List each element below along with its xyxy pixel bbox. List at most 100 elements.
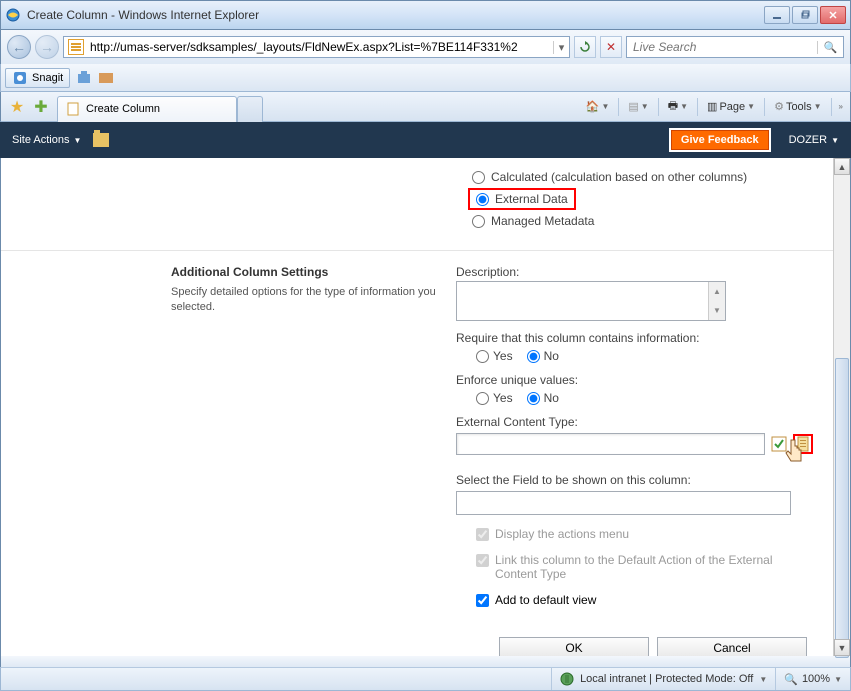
- no-label: No: [544, 391, 559, 405]
- type-calculated-option[interactable]: Calculated (calculation based on other c…: [472, 170, 813, 184]
- scroll-thumb[interactable]: [835, 358, 849, 658]
- user-menu[interactable]: DOZER ▼: [789, 134, 839, 146]
- nav-toolbar: ← → ▾ ✕ 🔍: [0, 30, 851, 64]
- page-content: Calculated (calculation based on other c…: [1, 158, 833, 656]
- home-icon: 🏠: [586, 100, 600, 113]
- type-calculated-radio[interactable]: [472, 171, 485, 184]
- snagit-label: Snagit: [32, 72, 63, 84]
- address-bar[interactable]: ▾: [63, 36, 570, 58]
- type-managed-radio[interactable]: [472, 215, 485, 228]
- search-box[interactable]: 🔍: [626, 36, 844, 58]
- page-label: Page: [719, 101, 745, 113]
- vertical-scrollbar[interactable]: ▲ ▼: [833, 158, 850, 656]
- require-label: Require that this column contains inform…: [456, 331, 813, 345]
- ect-label: External Content Type:: [456, 415, 813, 429]
- minimize-button[interactable]: [764, 6, 790, 24]
- require-yes-option[interactable]: Yes: [476, 349, 513, 363]
- browse-icon[interactable]: [93, 133, 109, 147]
- type-external-option[interactable]: External Data: [468, 188, 576, 210]
- security-zone-label: Local intranet | Protected Mode: Off: [580, 673, 753, 685]
- require-yes-radio[interactable]: [476, 350, 489, 363]
- enforce-yes-option[interactable]: Yes: [476, 391, 513, 405]
- enforce-no-radio[interactable]: [527, 392, 540, 405]
- tab-create-column[interactable]: Create Column: [57, 96, 237, 122]
- enforce-no-option[interactable]: No: [527, 391, 559, 405]
- window-titlebar: Create Column - Windows Internet Explore…: [0, 0, 851, 30]
- display-actions-label: Display the actions menu: [495, 527, 629, 541]
- chevron-button[interactable]: »: [836, 96, 846, 118]
- home-button[interactable]: 🏠▼: [581, 96, 615, 118]
- add-favorite-icon[interactable]: ✚: [29, 96, 53, 118]
- stop-button[interactable]: ✕: [600, 36, 622, 58]
- restore-button[interactable]: [792, 6, 818, 24]
- url-dropdown[interactable]: ▾: [553, 41, 569, 54]
- type-calculated-label: Calculated (calculation based on other c…: [491, 170, 747, 184]
- chevron-down-icon: ▼: [831, 136, 839, 145]
- snagit-tool-1-icon[interactable]: [76, 70, 92, 86]
- enforce-yes-radio[interactable]: [476, 392, 489, 405]
- page-icon: [66, 102, 80, 116]
- description-textarea[interactable]: ▲▼: [456, 281, 726, 321]
- select-field-dropdown[interactable]: [456, 491, 791, 515]
- close-button[interactable]: [820, 6, 846, 24]
- tabs-toolbar: ★ ✚ Create Column 🏠▼ ▤▼ 🖶▼ ▥Page▼ ⚙Tools…: [0, 92, 851, 122]
- snagit-button[interactable]: Snagit: [5, 68, 70, 88]
- browse-entity-button[interactable]: [793, 434, 813, 454]
- cancel-button[interactable]: Cancel: [657, 637, 807, 656]
- search-input[interactable]: [627, 40, 817, 54]
- user-label: DOZER: [789, 134, 828, 146]
- no-label: No: [544, 349, 559, 363]
- snagit-tool-2-icon[interactable]: [98, 70, 114, 86]
- zone-icon: [560, 672, 574, 686]
- refresh-button[interactable]: [574, 36, 596, 58]
- add-default-view-label: Add to default view: [495, 593, 596, 607]
- page-menu[interactable]: ▥Page▼: [702, 96, 760, 118]
- scroll-down-icon[interactable]: ▼: [709, 301, 725, 320]
- link-default-label: Link this column to the Default Action o…: [495, 553, 813, 581]
- link-default-checkbox: [476, 554, 489, 567]
- section-description: Specify detailed options for the type of…: [171, 285, 436, 316]
- zoom-icon[interactable]: 🔍: [784, 673, 798, 686]
- site-actions-menu[interactable]: Site Actions ▼: [12, 134, 81, 146]
- enforce-label: Enforce unique values:: [456, 373, 813, 387]
- require-no-option[interactable]: No: [527, 349, 559, 363]
- printer-icon: 🖶: [668, 97, 678, 116]
- page-icon: [68, 39, 84, 55]
- tab-label: Create Column: [86, 103, 160, 115]
- feeds-button[interactable]: ▤▼: [623, 96, 653, 118]
- forward-button[interactable]: →: [35, 35, 59, 59]
- type-managed-option[interactable]: Managed Metadata: [472, 214, 813, 228]
- yes-label: Yes: [493, 349, 513, 363]
- zone-dropdown-icon[interactable]: ▼: [759, 675, 767, 684]
- link-default-checkbox-row: Link this column to the Default Action o…: [476, 553, 813, 581]
- select-field-label: Select the Field to be shown on this col…: [456, 473, 813, 487]
- search-icon[interactable]: 🔍: [817, 41, 843, 54]
- scroll-up-button[interactable]: ▲: [834, 158, 850, 175]
- require-no-radio[interactable]: [527, 350, 540, 363]
- check-entity-button[interactable]: [769, 434, 789, 454]
- zoom-level: 100%: [802, 673, 830, 685]
- sharepoint-ribbon: Site Actions ▼ Give Feedback DOZER ▼: [0, 122, 851, 158]
- external-content-type-input[interactable]: [456, 433, 765, 455]
- favorites-star-icon[interactable]: ★: [5, 96, 29, 118]
- site-actions-label: Site Actions: [12, 134, 69, 146]
- description-label: Description:: [456, 265, 813, 279]
- page-icon: ▥: [707, 100, 717, 113]
- scroll-down-button[interactable]: ▼: [834, 639, 850, 656]
- new-tab-button[interactable]: [237, 96, 263, 122]
- give-feedback-button[interactable]: Give Feedback: [669, 128, 771, 152]
- snagit-icon: [12, 70, 28, 86]
- scroll-up-icon[interactable]: ▲: [709, 282, 725, 301]
- url-input[interactable]: [88, 40, 553, 54]
- zoom-dropdown-icon[interactable]: ▼: [834, 675, 842, 684]
- back-button[interactable]: ←: [7, 35, 31, 59]
- rss-icon: ▤: [628, 100, 638, 113]
- type-external-radio[interactable]: [476, 193, 489, 206]
- gear-icon: ⚙: [774, 100, 784, 113]
- add-default-view-checkbox[interactable]: [476, 594, 489, 607]
- ie-icon: [5, 7, 21, 23]
- tools-menu[interactable]: ⚙Tools▼: [769, 96, 826, 118]
- add-default-view-checkbox-row[interactable]: Add to default view: [476, 593, 813, 607]
- ok-button[interactable]: OK: [499, 637, 649, 656]
- print-button[interactable]: 🖶▼: [663, 96, 693, 118]
